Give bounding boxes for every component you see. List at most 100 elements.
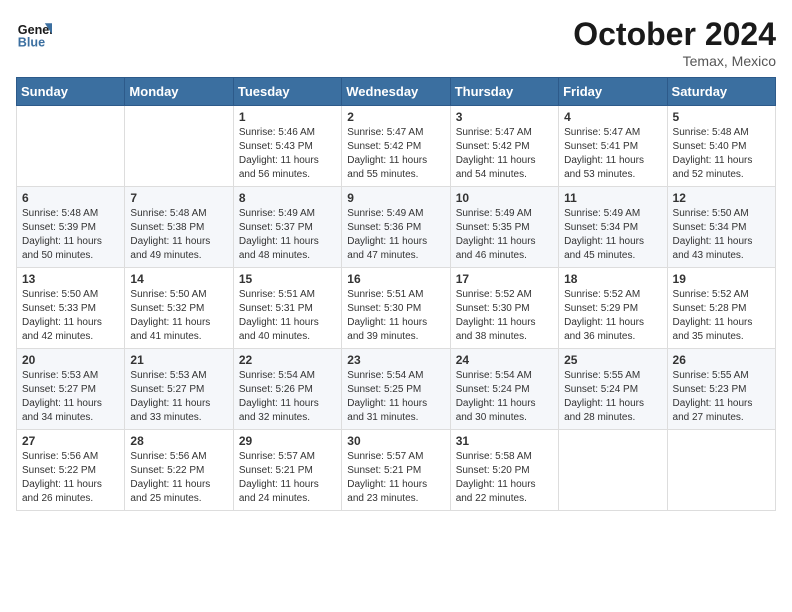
day-info: Sunrise: 5:53 AM Sunset: 5:27 PM Dayligh… <box>22 369 119 425</box>
day-info: Sunrise: 5:54 AM Sunset: 5:25 PM Dayligh… <box>347 369 444 425</box>
calendar-cell: 25 Sunrise: 5:55 AM Sunset: 5:24 PM Dayli… <box>559 349 667 430</box>
weekday-header-monday: Monday <box>125 78 233 106</box>
calendar-cell <box>17 106 125 187</box>
day-number: 11 <box>564 191 661 205</box>
day-info: Sunrise: 5:57 AM Sunset: 5:21 PM Dayligh… <box>239 450 336 506</box>
title-block: October 2024 Temax, Mexico <box>573 16 776 69</box>
weekday-header-row: SundayMondayTuesdayWednesdayThursdayFrid… <box>17 78 776 106</box>
day-number: 2 <box>347 110 444 124</box>
svg-text:Blue: Blue <box>18 36 45 50</box>
calendar-cell: 11 Sunrise: 5:49 AM Sunset: 5:34 PM Dayli… <box>559 187 667 268</box>
day-number: 25 <box>564 353 661 367</box>
calendar-cell: 7 Sunrise: 5:48 AM Sunset: 5:38 PM Daylig… <box>125 187 233 268</box>
calendar-cell: 3 Sunrise: 5:47 AM Sunset: 5:42 PM Daylig… <box>450 106 558 187</box>
calendar-cell: 28 Sunrise: 5:56 AM Sunset: 5:22 PM Dayli… <box>125 430 233 511</box>
day-number: 15 <box>239 272 336 286</box>
calendar-cell: 15 Sunrise: 5:51 AM Sunset: 5:31 PM Dayli… <box>233 268 341 349</box>
calendar-cell: 24 Sunrise: 5:54 AM Sunset: 5:24 PM Dayli… <box>450 349 558 430</box>
weekday-header-thursday: Thursday <box>450 78 558 106</box>
day-number: 17 <box>456 272 553 286</box>
day-info: Sunrise: 5:56 AM Sunset: 5:22 PM Dayligh… <box>22 450 119 506</box>
day-number: 3 <box>456 110 553 124</box>
day-info: Sunrise: 5:48 AM Sunset: 5:40 PM Dayligh… <box>673 126 770 182</box>
calendar-cell: 21 Sunrise: 5:53 AM Sunset: 5:27 PM Dayli… <box>125 349 233 430</box>
day-info: Sunrise: 5:46 AM Sunset: 5:43 PM Dayligh… <box>239 126 336 182</box>
calendar-cell: 6 Sunrise: 5:48 AM Sunset: 5:39 PM Daylig… <box>17 187 125 268</box>
day-info: Sunrise: 5:56 AM Sunset: 5:22 PM Dayligh… <box>130 450 227 506</box>
calendar-cell: 16 Sunrise: 5:51 AM Sunset: 5:30 PM Dayli… <box>342 268 450 349</box>
day-number: 30 <box>347 434 444 448</box>
day-info: Sunrise: 5:51 AM Sunset: 5:30 PM Dayligh… <box>347 288 444 344</box>
day-number: 19 <box>673 272 770 286</box>
day-number: 7 <box>130 191 227 205</box>
calendar-cell <box>125 106 233 187</box>
day-number: 6 <box>22 191 119 205</box>
calendar-cell: 23 Sunrise: 5:54 AM Sunset: 5:25 PM Dayli… <box>342 349 450 430</box>
day-number: 16 <box>347 272 444 286</box>
day-info: Sunrise: 5:51 AM Sunset: 5:31 PM Dayligh… <box>239 288 336 344</box>
calendar-week-row: 1 Sunrise: 5:46 AM Sunset: 5:43 PM Daylig… <box>17 106 776 187</box>
day-number: 18 <box>564 272 661 286</box>
day-number: 10 <box>456 191 553 205</box>
day-info: Sunrise: 5:48 AM Sunset: 5:38 PM Dayligh… <box>130 207 227 263</box>
day-info: Sunrise: 5:47 AM Sunset: 5:42 PM Dayligh… <box>456 126 553 182</box>
day-number: 24 <box>456 353 553 367</box>
day-info: Sunrise: 5:52 AM Sunset: 5:28 PM Dayligh… <box>673 288 770 344</box>
calendar-cell: 14 Sunrise: 5:50 AM Sunset: 5:32 PM Dayli… <box>125 268 233 349</box>
day-info: Sunrise: 5:49 AM Sunset: 5:34 PM Dayligh… <box>564 207 661 263</box>
day-info: Sunrise: 5:52 AM Sunset: 5:29 PM Dayligh… <box>564 288 661 344</box>
day-info: Sunrise: 5:55 AM Sunset: 5:24 PM Dayligh… <box>564 369 661 425</box>
day-info: Sunrise: 5:49 AM Sunset: 5:36 PM Dayligh… <box>347 207 444 263</box>
day-info: Sunrise: 5:47 AM Sunset: 5:41 PM Dayligh… <box>564 126 661 182</box>
day-number: 12 <box>673 191 770 205</box>
logo: General Blue <box>16 16 52 52</box>
calendar-table: SundayMondayTuesdayWednesdayThursdayFrid… <box>16 77 776 511</box>
day-number: 29 <box>239 434 336 448</box>
weekday-header-wednesday: Wednesday <box>342 78 450 106</box>
day-info: Sunrise: 5:54 AM Sunset: 5:24 PM Dayligh… <box>456 369 553 425</box>
day-info: Sunrise: 5:52 AM Sunset: 5:30 PM Dayligh… <box>456 288 553 344</box>
calendar-cell: 18 Sunrise: 5:52 AM Sunset: 5:29 PM Dayli… <box>559 268 667 349</box>
calendar-cell: 17 Sunrise: 5:52 AM Sunset: 5:30 PM Dayli… <box>450 268 558 349</box>
calendar-week-row: 6 Sunrise: 5:48 AM Sunset: 5:39 PM Daylig… <box>17 187 776 268</box>
weekday-header-sunday: Sunday <box>17 78 125 106</box>
calendar-cell: 27 Sunrise: 5:56 AM Sunset: 5:22 PM Dayli… <box>17 430 125 511</box>
day-number: 27 <box>22 434 119 448</box>
weekday-header-tuesday: Tuesday <box>233 78 341 106</box>
day-number: 5 <box>673 110 770 124</box>
day-number: 21 <box>130 353 227 367</box>
day-number: 14 <box>130 272 227 286</box>
calendar-cell: 19 Sunrise: 5:52 AM Sunset: 5:28 PM Dayli… <box>667 268 775 349</box>
day-number: 4 <box>564 110 661 124</box>
calendar-cell: 9Sunrise: 5:49 AM Sunset: 5:36 PM Daylig… <box>342 187 450 268</box>
day-number: 28 <box>130 434 227 448</box>
weekday-header-friday: Friday <box>559 78 667 106</box>
calendar-cell: 31 Sunrise: 5:58 AM Sunset: 5:20 PM Dayli… <box>450 430 558 511</box>
day-info: Sunrise: 5:53 AM Sunset: 5:27 PM Dayligh… <box>130 369 227 425</box>
calendar-cell: 26 Sunrise: 5:55 AM Sunset: 5:23 PM Dayli… <box>667 349 775 430</box>
calendar-cell: 29 Sunrise: 5:57 AM Sunset: 5:21 PM Dayli… <box>233 430 341 511</box>
calendar-week-row: 13Sunrise: 5:50 AM Sunset: 5:33 PM Dayli… <box>17 268 776 349</box>
day-number: 1 <box>239 110 336 124</box>
day-info: Sunrise: 5:50 AM Sunset: 5:34 PM Dayligh… <box>673 207 770 263</box>
calendar-cell: 8Sunrise: 5:49 AM Sunset: 5:37 PM Daylig… <box>233 187 341 268</box>
calendar-cell: 4 Sunrise: 5:47 AM Sunset: 5:41 PM Daylig… <box>559 106 667 187</box>
day-info: Sunrise: 5:50 AM Sunset: 5:32 PM Dayligh… <box>130 288 227 344</box>
day-number: 20 <box>22 353 119 367</box>
day-info: Sunrise: 5:57 AM Sunset: 5:21 PM Dayligh… <box>347 450 444 506</box>
day-info: Sunrise: 5:48 AM Sunset: 5:39 PM Dayligh… <box>22 207 119 263</box>
day-number: 22 <box>239 353 336 367</box>
day-info: Sunrise: 5:49 AM Sunset: 5:35 PM Dayligh… <box>456 207 553 263</box>
day-info: Sunrise: 5:47 AM Sunset: 5:42 PM Dayligh… <box>347 126 444 182</box>
calendar-cell: 5 Sunrise: 5:48 AM Sunset: 5:40 PM Daylig… <box>667 106 775 187</box>
day-number: 23 <box>347 353 444 367</box>
calendar-cell <box>667 430 775 511</box>
logo-icon: General Blue <box>16 16 52 52</box>
day-number: 26 <box>673 353 770 367</box>
calendar-cell: 2 Sunrise: 5:47 AM Sunset: 5:42 PM Daylig… <box>342 106 450 187</box>
day-number: 31 <box>456 434 553 448</box>
day-info: Sunrise: 5:55 AM Sunset: 5:23 PM Dayligh… <box>673 369 770 425</box>
day-info: Sunrise: 5:58 AM Sunset: 5:20 PM Dayligh… <box>456 450 553 506</box>
calendar-week-row: 27 Sunrise: 5:56 AM Sunset: 5:22 PM Dayli… <box>17 430 776 511</box>
location-title: Temax, Mexico <box>573 53 776 69</box>
